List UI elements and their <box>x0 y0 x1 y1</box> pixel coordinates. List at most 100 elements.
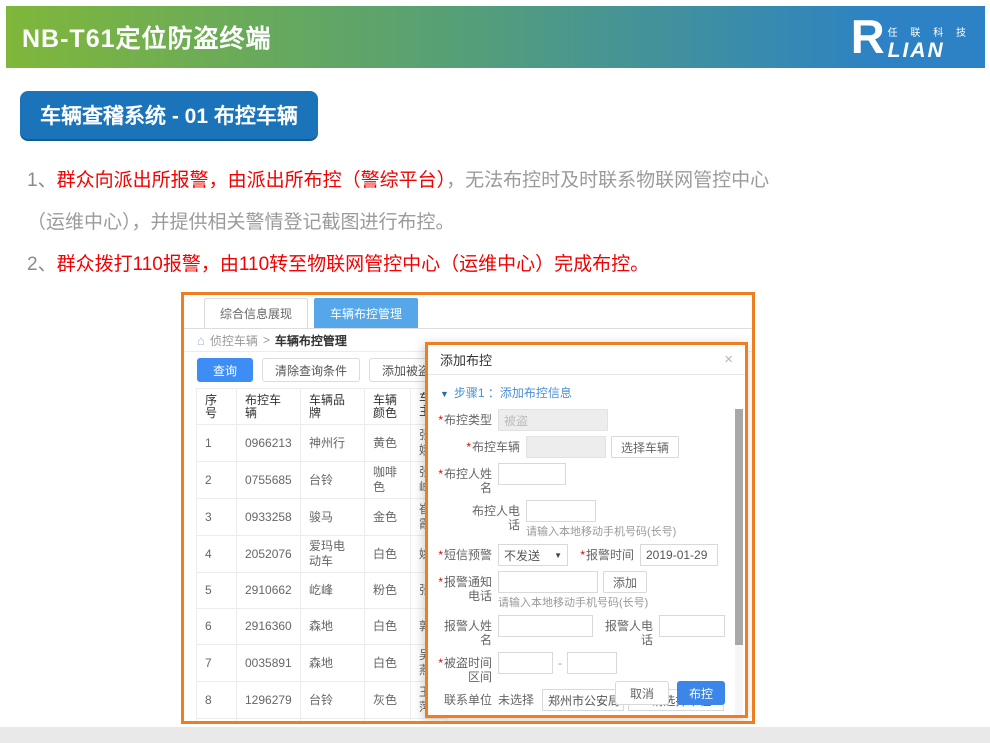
sms-alert-label: *短信预警 <box>436 544 492 562</box>
required-asterisk: * <box>438 413 443 427</box>
add-phone-button[interactable]: 添加 <box>603 571 647 593</box>
range-dash: - <box>558 652 562 674</box>
confirm-control-button[interactable]: 布控 <box>677 681 725 705</box>
tab-vehicle-control[interactable]: 车辆布控管理 <box>314 298 418 328</box>
notify-phone-hint: 请输入本地移动手机号码(长号) <box>498 596 648 610</box>
required-asterisk: * <box>466 440 471 454</box>
intro-item-2-red: 群众拨打110报警，由110转至物联网管控中心（运维中心）完成布控。 <box>57 254 650 275</box>
breadcrumb-separator: > <box>263 333 270 347</box>
alarm-time-input[interactable] <box>640 544 718 566</box>
notify-phone-row: *报警通知电话 添加 请输入本地移动手机号码(长号) <box>436 571 729 610</box>
control-person-name-label: *布控人姓名 <box>436 463 492 495</box>
reporter-phone-input[interactable] <box>659 615 725 637</box>
slide-title: NB-T61定位防盗终端 <box>22 19 272 55</box>
unit-select-1[interactable]: 郑州市公安局 ▼ <box>542 689 624 711</box>
scrollbar-thumb[interactable] <box>735 409 743 645</box>
control-vehicle-row: *布控车辆 选择车辆 <box>464 436 729 458</box>
unit-unselected-text: 未选择 <box>498 689 534 711</box>
company-logo: R 任 联 科 技 LIAN <box>851 14 971 61</box>
notify-phone-input[interactable] <box>498 571 598 593</box>
home-icon: ⌂ <box>197 334 205 347</box>
intro-item-2: 2、群众拨打110报警，由110转至物联网管控中心（运维中心）完成布控。 <box>27 244 972 286</box>
control-vehicle-label: *布控车辆 <box>464 436 520 454</box>
sms-and-time-row: *短信预警 不发送 ▼ *报警时间 <box>436 544 729 566</box>
slide-header: NB-T61定位防盗终端 R 任 联 科 技 LIAN <box>6 6 985 68</box>
logo-company-en: LIAN <box>888 40 971 61</box>
app-screenshot: 综合信息展现 车辆布控管理 ⌂ 侦控车辆 > 车辆布控管理 查询 清除查询条件 … <box>181 292 755 724</box>
breadcrumb-current: 车辆布控管理 <box>275 332 347 349</box>
sms-alert-value: 不发送 <box>504 547 540 564</box>
intro-item-1-red: 群众向派出所报警，由派出所布控（警综平台） <box>57 170 447 191</box>
stolen-end-input[interactable] <box>567 652 617 674</box>
intro-item-2-number: 2、 <box>27 254 57 275</box>
sms-alert-select[interactable]: 不发送 ▼ <box>498 544 568 566</box>
tab-info-overview[interactable]: 综合信息展现 <box>204 298 308 328</box>
dialog-scrollbar[interactable] <box>735 409 743 715</box>
table-row: 42052076爱玛电动车白色姚 <box>197 536 447 573</box>
control-type-input <box>498 409 608 431</box>
vehicle-table: 序号 布控车辆 车辆品牌 车辆颜色 车主姓名 10966213神州行黄色张娥 2… <box>196 388 447 721</box>
add-control-dialog: 添加布控 × ▼步骤1 ：添加布控信息 *布控类型 *布控车辆 选择车辆 *布 <box>425 342 748 718</box>
table-row: 52910662屹峰粉色张 <box>197 573 447 609</box>
dialog-body: ▼步骤1 ：添加布控信息 *布控类型 *布控车辆 选择车辆 *布控人姓名 布控人… <box>428 375 745 715</box>
intro-item-1-number: 1、 <box>27 170 57 191</box>
table-row: 20755685台铃咖啡色张峰 <box>197 462 447 499</box>
slide-bottom-strip <box>0 727 990 743</box>
table-row: 93775571极速酷车蓝色王全 <box>197 719 447 722</box>
control-person-name-row: *布控人姓名 <box>436 463 729 495</box>
col-seq: 序号 <box>197 389 237 425</box>
dialog-footer: 取消 布控 <box>615 681 725 705</box>
clear-query-button[interactable]: 清除查询条件 <box>262 358 360 382</box>
col-vehicle: 布控车辆 <box>237 389 301 425</box>
reporter-name-input[interactable] <box>498 615 593 637</box>
breadcrumb-root[interactable]: 侦控车辆 <box>210 332 258 349</box>
required-asterisk: * <box>580 548 585 562</box>
contact-unit-label: 联系单位 <box>436 689 492 707</box>
cancel-button[interactable]: 取消 <box>615 681 669 705</box>
reporter-phone-label: 报警人电话 <box>597 615 653 647</box>
table-row: 10966213神州行黄色张娥 <box>197 425 447 462</box>
control-type-label: *布控类型 <box>436 409 492 427</box>
intro-item-1-gray1: ，无法布控时及时联系物联网管控中心 <box>446 170 769 191</box>
control-person-phone-row: 布控人电话 请输入本地移动手机号码(长号) <box>464 500 729 539</box>
table-row: 70035891森地白色吴燕 <box>197 645 447 682</box>
intro-item-1: 1、群众向派出所报警，由派出所布控（警综平台），无法布控时及时联系物联网管控中心… <box>27 160 972 244</box>
tab-bar: 综合信息展现 车辆布控管理 <box>184 295 752 329</box>
control-person-name-input[interactable] <box>498 463 566 485</box>
control-person-phone-input[interactable] <box>526 500 596 522</box>
dialog-header: 添加布控 × <box>428 345 745 375</box>
intro-item-1-gray2: （运维中心），并提供相关警情登记截图进行布控。 <box>27 212 455 233</box>
close-icon[interactable]: × <box>724 352 733 367</box>
dialog-title: 添加布控 <box>440 350 492 369</box>
step-label: ▼步骤1 ：添加布控信息 <box>440 384 729 401</box>
table-row: 62916360森地白色郭 <box>197 609 447 645</box>
section-badge: 车辆查稽系统 - 01 布控车辆 <box>20 91 318 139</box>
stolen-period-row: *被盗时间区间 - <box>436 652 729 684</box>
stolen-period-label: *被盗时间区间 <box>436 652 492 684</box>
intro-paragraphs: 1、群众向派出所报警，由派出所布控（警综平台），无法布控时及时联系物联网管控中心… <box>27 160 972 286</box>
table-row: 30933258骏马金色崔霞 <box>197 499 447 536</box>
phone-hint: 请输入本地移动手机号码(长号) <box>526 525 676 539</box>
choose-vehicle-button[interactable]: 选择车辆 <box>611 436 679 458</box>
table-header-row: 序号 布控车辆 车辆品牌 车辆颜色 车主姓名 <box>197 389 447 425</box>
notify-phone-label: *报警通知电话 <box>436 571 492 603</box>
required-asterisk: * <box>438 656 443 670</box>
required-asterisk: * <box>438 467 443 481</box>
alarm-time-label: *报警时间 <box>578 544 634 562</box>
control-type-row: *布控类型 <box>436 409 729 431</box>
col-brand: 车辆品牌 <box>301 389 365 425</box>
table-row: 81296279台铃灰色王萍 <box>197 682 447 719</box>
col-color: 车辆颜色 <box>365 389 411 425</box>
reporter-name-label: 报警人姓名 <box>436 615 492 647</box>
step-arrow-icon: ▼ <box>440 389 449 399</box>
logo-r-icon: R <box>851 17 885 57</box>
query-button[interactable]: 查询 <box>197 358 253 382</box>
control-person-phone-label: 布控人电话 <box>464 500 520 532</box>
required-asterisk: * <box>438 575 443 589</box>
stolen-start-input[interactable] <box>498 652 553 674</box>
control-vehicle-input <box>526 436 606 458</box>
logo-company-cn: 任 联 科 技 <box>888 24 971 39</box>
chevron-down-icon: ▼ <box>554 551 562 560</box>
required-asterisk: * <box>438 548 443 562</box>
reporter-row: 报警人姓名 报警人电话 <box>436 615 729 647</box>
